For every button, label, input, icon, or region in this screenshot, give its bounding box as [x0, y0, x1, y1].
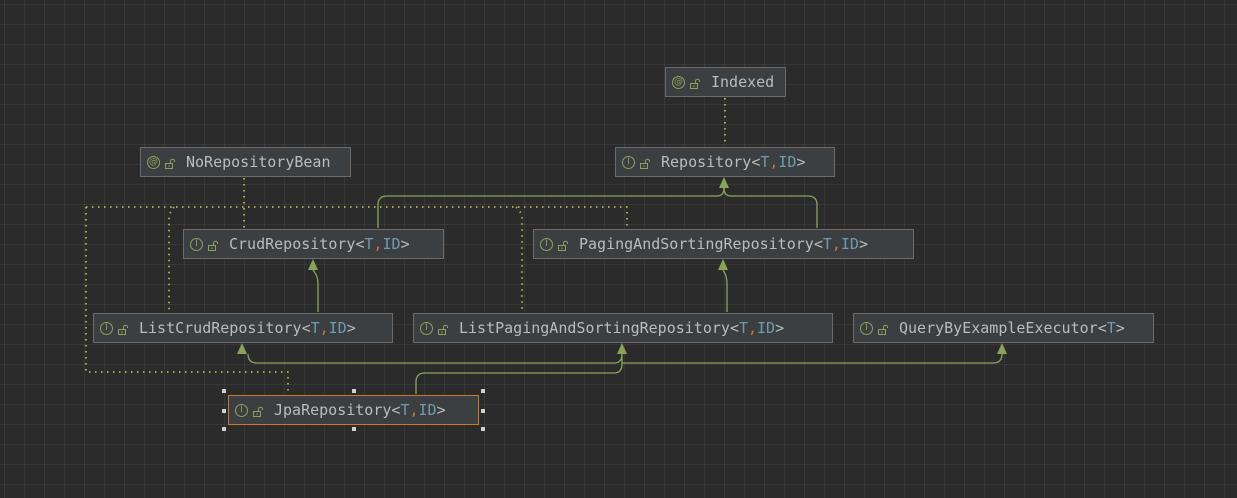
node-name: QueryByExampleExecutor	[899, 319, 1098, 337]
type-param: ID	[840, 235, 859, 253]
lock-open-icon	[877, 322, 889, 335]
arrowhead-query-by-example-executor	[997, 343, 1007, 354]
type-param: ID	[778, 153, 797, 171]
type-params-open: <	[729, 319, 739, 337]
node-jpa-repository[interactable]: I JpaRepository < T, ID >	[228, 395, 479, 425]
interface-icon: I	[100, 321, 113, 335]
lock-open-icon	[437, 322, 449, 335]
node-indexed[interactable]: @ Indexed	[665, 67, 786, 97]
type-params-close: >	[346, 319, 356, 337]
extends-edge-crud-repository	[377, 187, 725, 228]
type-params-open: <	[751, 153, 761, 171]
interface-icon: I	[190, 237, 203, 251]
type-params-open: <	[391, 401, 401, 419]
type-params-close: >	[796, 153, 806, 171]
type-params-separator: ,	[373, 235, 383, 253]
node-name: Repository	[661, 153, 752, 171]
type-params-separator: ,	[748, 319, 758, 337]
extends-edge-jpa-list-crud	[247, 353, 623, 364]
resize-handle-right[interactable]	[481, 409, 485, 413]
extends-edge-jpa-list-paging	[415, 354, 623, 394]
type-params-close: >	[400, 235, 410, 253]
node-query-by-example-executor[interactable]: I QueryByExampleExecutor < T >	[853, 313, 1154, 343]
type-param: T	[738, 319, 748, 337]
node-name: ListPagingAndSortingRepository	[459, 319, 730, 337]
resize-handle-top-right[interactable]	[481, 389, 485, 393]
annotation-edge-list-crud-no-repository-bean	[168, 206, 175, 312]
node-no-repository-bean[interactable]: @ NoRepositoryBean	[140, 147, 351, 177]
type-param: T	[760, 153, 770, 171]
type-params-separator: ,	[409, 401, 419, 419]
type-params-open: <	[1097, 319, 1107, 337]
node-repository[interactable]: I Repository < T, ID >	[615, 147, 835, 177]
node-name: Indexed	[711, 73, 775, 91]
type-params-separator: ,	[319, 319, 329, 337]
type-params-close: >	[1115, 319, 1125, 337]
node-crud-repository[interactable]: I CrudRepository < T, ID >	[183, 229, 444, 259]
node-list-crud-repository[interactable]: I ListCrudRepository < T, ID >	[93, 313, 393, 343]
lock-open-icon	[557, 238, 569, 251]
annotation-edge-bus-no-repository-bean	[86, 206, 628, 228]
type-param: T	[822, 235, 832, 253]
node-paging-and-sorting-repository[interactable]: I PagingAndSortingRepository < T, ID >	[533, 229, 914, 259]
interface-icon: I	[235, 403, 248, 417]
extends-edge-list-crud-crud	[312, 269, 319, 312]
type-params-separator: ,	[769, 153, 779, 171]
type-param: ID	[757, 319, 776, 337]
type-param: T	[1106, 319, 1116, 337]
type-params-close: >	[858, 235, 868, 253]
type-param: ID	[382, 235, 401, 253]
type-params-open: <	[301, 319, 311, 337]
arrowhead-crud-repository	[308, 259, 318, 270]
arrowhead-list-crud-repository	[237, 343, 247, 354]
type-param: T	[364, 235, 374, 253]
type-params-close: >	[436, 401, 446, 419]
node-name: JpaRepository	[274, 401, 392, 419]
resize-handle-bottom[interactable]	[352, 427, 356, 431]
diagram-canvas[interactable]: @ Indexed @ NoRepositoryBean I Repository < T…	[0, 0, 1237, 498]
lock-open-icon	[207, 238, 219, 251]
arrowhead-list-paging-and-sorting-repository	[617, 343, 627, 354]
node-name: PagingAndSortingRepository	[579, 235, 814, 253]
lock-open-icon	[252, 404, 264, 417]
resize-handle-top[interactable]	[352, 389, 356, 393]
annotation-icon: @	[147, 155, 160, 169]
interface-icon: I	[540, 237, 553, 251]
node-name: NoRepositoryBean	[186, 153, 331, 171]
type-params-separator: ,	[831, 235, 841, 253]
type-params-close: >	[775, 319, 785, 337]
extends-edge-paging-repository	[723, 187, 818, 228]
extends-edge-jpa-query-by-example	[622, 353, 1003, 364]
lock-open-icon	[689, 76, 701, 89]
lock-open-icon	[639, 156, 651, 169]
resize-handle-bottom-right[interactable]	[481, 427, 485, 431]
type-params-open: <	[813, 235, 823, 253]
extends-edge-list-paging-paging	[722, 269, 728, 312]
arrowhead-repository	[719, 177, 729, 188]
node-list-paging-and-sorting-repository[interactable]: I ListPagingAndSortingRepository < T, ID >	[413, 313, 833, 343]
interface-icon: I	[622, 155, 635, 169]
arrowhead-paging-and-sorting-repository	[718, 259, 728, 270]
resize-handle-bottom-left[interactable]	[222, 427, 226, 431]
annotation-icon: @	[672, 75, 685, 89]
annotation-edge-list-paging-no-repository-bean	[515, 206, 523, 312]
lock-open-icon	[164, 156, 176, 169]
type-param: T	[400, 401, 410, 419]
node-name: CrudRepository	[229, 235, 356, 253]
type-param: T	[310, 319, 320, 337]
interface-icon: I	[420, 321, 433, 335]
resize-handle-left[interactable]	[222, 409, 226, 413]
type-params-open: <	[355, 235, 365, 253]
type-param: ID	[418, 401, 437, 419]
type-param: ID	[328, 319, 347, 337]
interface-icon: I	[860, 321, 873, 335]
resize-handle-top-left[interactable]	[222, 389, 226, 393]
node-name: ListCrudRepository	[139, 319, 302, 337]
lock-open-icon	[117, 322, 129, 335]
